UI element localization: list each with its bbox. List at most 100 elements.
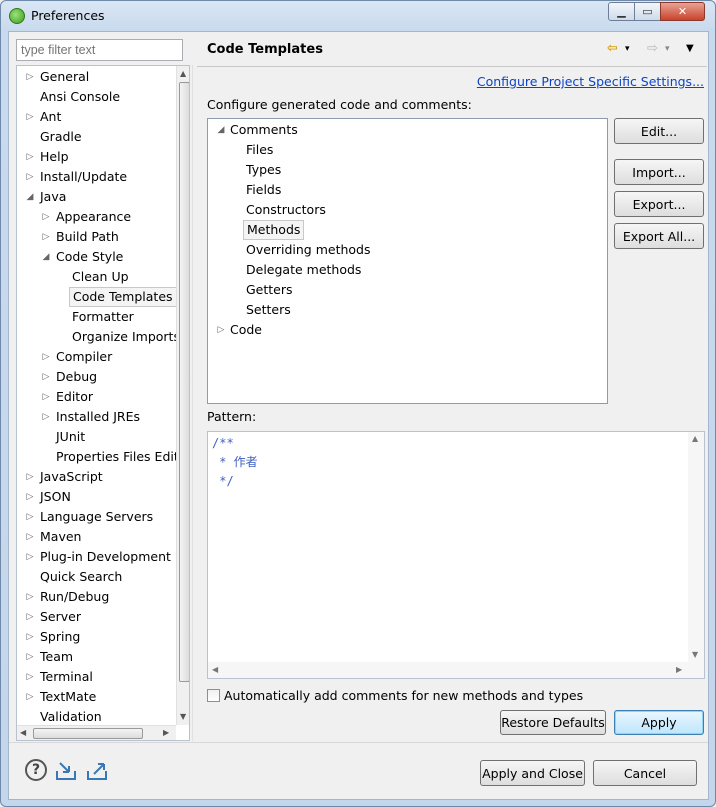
restore-defaults-button[interactable]: Restore Defaults	[500, 710, 606, 735]
expand-icon[interactable]: ▷	[41, 372, 51, 382]
sidebar-item[interactable]: ▷ Spring	[17, 627, 177, 647]
expand-icon[interactable]: ▷	[25, 552, 35, 562]
export-button[interactable]: Export...	[614, 191, 704, 217]
sidebar-item[interactable]: ▷ Team	[17, 647, 177, 667]
import-button[interactable]: Import...	[614, 159, 704, 185]
sidebar-item[interactable]: ▷ Ant	[17, 107, 177, 127]
sidebar-item[interactable]: ◢ Java	[17, 187, 177, 207]
edit-button[interactable]: Edit...	[614, 118, 704, 144]
expand-icon[interactable]: ▷	[25, 512, 35, 522]
sidebar-item[interactable]: ▷ Compiler	[17, 347, 177, 367]
export-all-button[interactable]: Export All...	[614, 223, 704, 249]
sidebar-item[interactable]: Organize Imports	[17, 327, 180, 347]
sidebar-item[interactable]: ◢ Code Style	[17, 247, 177, 267]
sidebar-item[interactable]: Validation	[17, 707, 177, 727]
sidebar-item[interactable]: ▷ Editor	[17, 387, 177, 407]
expand-icon[interactable]: ▷	[25, 672, 35, 682]
sidebar-item[interactable]: Formatter	[17, 307, 177, 327]
sidebar-item[interactable]: ▷ Terminal	[17, 667, 177, 687]
pattern-scroll-down-icon[interactable]: ▼	[692, 650, 698, 659]
expand-icon[interactable]: ▷	[41, 212, 51, 222]
sidebar-item[interactable]: ▷ Install/Update	[17, 167, 177, 187]
auto-comment-checkbox[interactable]	[207, 689, 220, 702]
sidebar-item[interactable]: ▷ Installed JREs	[17, 407, 177, 427]
sidebar-item[interactable]: ▷ Debug	[17, 367, 177, 387]
expand-icon[interactable]: ▷	[25, 632, 35, 642]
import-preferences-icon[interactable]	[55, 759, 79, 783]
pattern-horizontal-scrollbar[interactable]: ◀ ▶	[208, 662, 704, 678]
expand-icon[interactable]: ▷	[25, 152, 35, 162]
expand-icon[interactable]: ▷	[25, 652, 35, 662]
scroll-right-arrow-icon[interactable]: ▶	[163, 728, 169, 737]
view-menu-icon[interactable]: ▼	[686, 40, 694, 58]
scroll-down-arrow-icon[interactable]: ▼	[180, 712, 186, 721]
expand-icon[interactable]: ▷	[41, 352, 51, 362]
collapse-icon[interactable]: ◢	[41, 252, 51, 262]
sidebar-item[interactable]: ▷ TextMate	[17, 687, 177, 707]
forward-dropdown-icon[interactable]: ▾	[665, 40, 670, 58]
close-button[interactable]: ✕	[660, 2, 705, 21]
sidebar-item[interactable]: ▷ Maven	[17, 527, 177, 547]
title-bar[interactable]: Preferences ▁ ▭ ✕	[1, 1, 715, 31]
template-item[interactable]: Methods	[208, 220, 598, 240]
tree-horizontal-scroll-thumb[interactable]	[33, 728, 143, 739]
tree-horizontal-scrollbar[interactable]: ◀ ▶	[17, 725, 176, 740]
expand-icon[interactable]: ▷	[25, 492, 35, 502]
auto-comment-option[interactable]: Automatically add comments for new metho…	[207, 687, 583, 705]
sidebar-item[interactable]: ▷ Appearance	[17, 207, 177, 227]
tree-vertical-scroll-thumb[interactable]	[179, 82, 189, 682]
apply-button[interactable]: Apply	[614, 710, 704, 735]
sidebar-item[interactable]: ▷ Language Servers	[17, 507, 177, 527]
scroll-up-arrow-icon[interactable]: ▲	[180, 69, 186, 78]
sidebar-item[interactable]: Properties Files Editor	[17, 447, 189, 467]
scroll-left-arrow-icon[interactable]: ◀	[20, 728, 26, 737]
expand-icon[interactable]: ▷	[25, 172, 35, 182]
help-icon[interactable]: ?	[25, 759, 49, 783]
expand-icon[interactable]: ▷	[41, 392, 51, 402]
sidebar-item[interactable]: ▷ JSON	[17, 487, 177, 507]
export-preferences-icon[interactable]	[86, 759, 110, 783]
expand-icon[interactable]: ▷	[25, 72, 35, 82]
sidebar-item[interactable]: ▷ JavaScript	[17, 467, 177, 487]
expand-icon[interactable]: ▷	[25, 112, 35, 122]
template-item[interactable]: Setters	[208, 300, 598, 320]
template-item[interactable]: Fields	[208, 180, 598, 200]
pattern-vertical-scrollbar[interactable]: ▲ ▼	[688, 432, 704, 663]
expand-icon[interactable]: ▷	[41, 232, 51, 242]
sidebar-item[interactable]: ▷ Run/Debug	[17, 587, 177, 607]
sidebar-item[interactable]: ▷ Build Path	[17, 227, 177, 247]
expand-icon[interactable]: ▷	[25, 472, 35, 482]
expand-icon[interactable]: ▷	[25, 692, 35, 702]
expand-icon[interactable]: ▷	[216, 325, 226, 335]
collapse-icon[interactable]: ◢	[216, 125, 226, 135]
template-item[interactable]: Overriding methods	[208, 240, 598, 260]
sidebar-item[interactable]: Gradle	[17, 127, 177, 147]
expand-icon[interactable]: ▷	[25, 612, 35, 622]
back-dropdown-icon[interactable]: ▾	[625, 40, 630, 58]
template-item[interactable]: ◢ Comments	[208, 120, 598, 140]
pattern-scroll-left-icon[interactable]: ◀	[212, 665, 218, 674]
minimize-button[interactable]: ▁	[608, 2, 635, 21]
expand-icon[interactable]: ▷	[41, 412, 51, 422]
sidebar-item[interactable]: Ansi Console	[17, 87, 177, 107]
sidebar-item[interactable]: ▷ Server	[17, 607, 177, 627]
sidebar-item[interactable]: Clean Up	[17, 267, 177, 287]
forward-arrow-icon[interactable]: ⇨	[647, 40, 658, 58]
sidebar-item[interactable]: JUnit	[17, 427, 177, 447]
expand-icon[interactable]: ▷	[25, 532, 35, 542]
pattern-editor[interactable]: /** * 作者 */ ▲ ▼ ◀ ▶	[207, 431, 705, 679]
filter-input[interactable]	[16, 39, 183, 61]
pattern-scroll-right-icon[interactable]: ▶	[676, 665, 682, 674]
pattern-text[interactable]: /** * 作者 */	[212, 434, 258, 491]
pattern-scroll-up-icon[interactable]: ▲	[692, 434, 698, 443]
sidebar-item[interactable]: Code Templates	[17, 287, 177, 307]
back-arrow-icon[interactable]: ⇦	[607, 40, 618, 58]
apply-and-close-button[interactable]: Apply and Close	[480, 760, 585, 786]
template-item[interactable]: ▷ Code	[208, 320, 598, 340]
cancel-button[interactable]: Cancel	[593, 760, 697, 786]
template-item[interactable]: Getters	[208, 280, 598, 300]
sidebar-item[interactable]: Quick Search	[17, 567, 177, 587]
template-item[interactable]: Files	[208, 140, 598, 160]
expand-icon[interactable]: ▷	[25, 592, 35, 602]
sidebar-item[interactable]: ▷ Help	[17, 147, 177, 167]
